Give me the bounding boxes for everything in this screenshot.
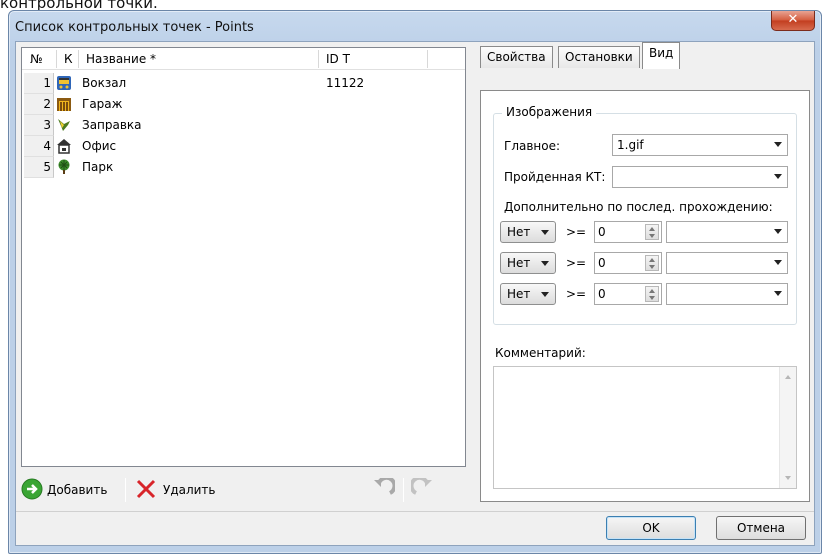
point-name: Офис [82, 139, 117, 153]
images-group: Изображения Главное: 1.gif Пройденная КТ… [493, 105, 797, 325]
table-row[interactable]: 4 Офис [22, 136, 465, 157]
delete-icon [135, 478, 157, 503]
extra-image-combo[interactable] [666, 283, 788, 305]
operator-label: >= [566, 256, 587, 270]
view-tab-panel: Изображения Главное: 1.gif Пройденная КТ… [480, 90, 810, 502]
dialog-client-area: № К Название * ID T 1 Вокзал 11122 2 Гар… [15, 41, 815, 546]
chevron-down-icon [541, 230, 549, 235]
extra-count-value: 0 [598, 225, 606, 239]
spin-buttons-icon[interactable] [645, 255, 659, 271]
extra-count-spinner[interactable]: 0 [594, 252, 662, 274]
footer-divider [16, 511, 814, 512]
images-group-title: Изображения [502, 105, 597, 119]
passed-image-label: Пройденная КТ: [504, 170, 606, 184]
comment-label: Комментарий: [495, 346, 586, 360]
table-toolbar: Добавить Удалить [21, 474, 466, 506]
office-icon [56, 138, 72, 154]
extra-image-combo[interactable] [666, 221, 788, 243]
gas-pump-icon [56, 117, 72, 133]
point-id: 11122 [326, 76, 365, 90]
extra-condition-combo[interactable]: Нет [500, 252, 556, 274]
close-button[interactable]: ✕ [771, 11, 815, 31]
title-bar: Список контрольных точек - Points ✕ [9, 11, 821, 41]
chevron-down-icon [774, 260, 782, 265]
spin-buttons-icon[interactable] [645, 286, 659, 302]
main-image-label: Главное: [504, 139, 561, 153]
point-name: Вокзал [82, 76, 127, 90]
delete-label: Удалить [163, 483, 216, 497]
row-number: 2 [24, 94, 54, 115]
chevron-down-icon [774, 229, 782, 234]
column-header-id[interactable]: ID T [326, 52, 350, 66]
column-header-icon[interactable]: К [64, 52, 73, 66]
dialog-window: Список контрольных точек - Points ✕ № К … [8, 10, 822, 554]
extra-count-spinner[interactable]: 0 [594, 283, 662, 305]
window-title: Список контрольных точек - Points [15, 20, 254, 35]
main-image-value: 1.gif [617, 138, 644, 152]
extra-count-value: 0 [598, 287, 606, 301]
add-icon [21, 478, 43, 503]
close-icon: ✕ [787, 12, 799, 27]
ok-button[interactable]: OK [606, 516, 696, 540]
undo-icon [371, 475, 397, 503]
extra-condition-value: Нет [507, 287, 531, 301]
main-image-combo[interactable]: 1.gif [612, 134, 788, 156]
comment-scrollbar[interactable] [779, 367, 796, 488]
passed-image-combo[interactable] [612, 166, 788, 188]
row-number: 3 [24, 115, 54, 136]
row-number: 5 [24, 157, 54, 178]
extra-image-combo[interactable] [666, 252, 788, 274]
point-name: Гараж [82, 97, 123, 111]
column-header-number[interactable]: № [30, 52, 42, 66]
point-name: Заправка [82, 118, 142, 132]
chevron-down-icon [541, 292, 549, 297]
row-number: 1 [24, 73, 54, 94]
extra-condition-value: Нет [507, 256, 531, 270]
redo-button[interactable] [409, 475, 435, 503]
chevron-down-icon [774, 174, 782, 179]
table-row[interactable]: 5 Парк [22, 157, 465, 178]
extra-condition-combo[interactable]: Нет [500, 221, 556, 243]
extra-condition-value: Нет [507, 225, 531, 239]
chevron-down-icon [541, 261, 549, 266]
row-number: 4 [24, 136, 54, 157]
redo-icon [409, 475, 435, 503]
delete-button[interactable]: Удалить [135, 477, 216, 503]
points-table[interactable]: № К Название * ID T 1 Вокзал 11122 2 Гар… [21, 47, 466, 467]
tree-icon [56, 159, 72, 175]
undo-button[interactable] [371, 475, 397, 503]
extra-count-value: 0 [598, 256, 606, 270]
tab-view[interactable]: Вид [642, 42, 681, 69]
point-name: Парк [82, 160, 114, 174]
bus-icon [56, 75, 72, 91]
page-caption: контрольной точки. [0, 0, 158, 12]
column-header-name[interactable]: Название * [86, 52, 156, 66]
chevron-down-icon [774, 142, 782, 147]
cancel-button[interactable]: Отмена [716, 516, 806, 540]
add-button[interactable]: Добавить [21, 477, 107, 503]
chevron-down-icon [774, 291, 782, 296]
spin-buttons-icon[interactable] [645, 224, 659, 240]
extra-images-label: Дополнительно по послед. прохождению: [504, 200, 773, 214]
extra-condition-combo[interactable]: Нет [500, 283, 556, 305]
table-row[interactable]: 3 Заправка [22, 115, 465, 136]
table-row[interactable]: 1 Вокзал 11122 [22, 73, 465, 94]
tab-stops[interactable]: Остановки [558, 46, 640, 68]
scroll-down-icon[interactable] [785, 476, 791, 480]
tab-properties[interactable]: Свойства [480, 46, 553, 68]
add-label: Добавить [47, 483, 108, 497]
operator-label: >= [566, 287, 587, 301]
operator-label: >= [566, 225, 587, 239]
extra-count-spinner[interactable]: 0 [594, 221, 662, 243]
garage-icon [56, 96, 72, 112]
scroll-up-icon[interactable] [785, 375, 791, 379]
table-header: № К Название * ID T [22, 48, 465, 70]
comment-textarea[interactable] [493, 366, 797, 489]
table-row[interactable]: 2 Гараж [22, 94, 465, 115]
